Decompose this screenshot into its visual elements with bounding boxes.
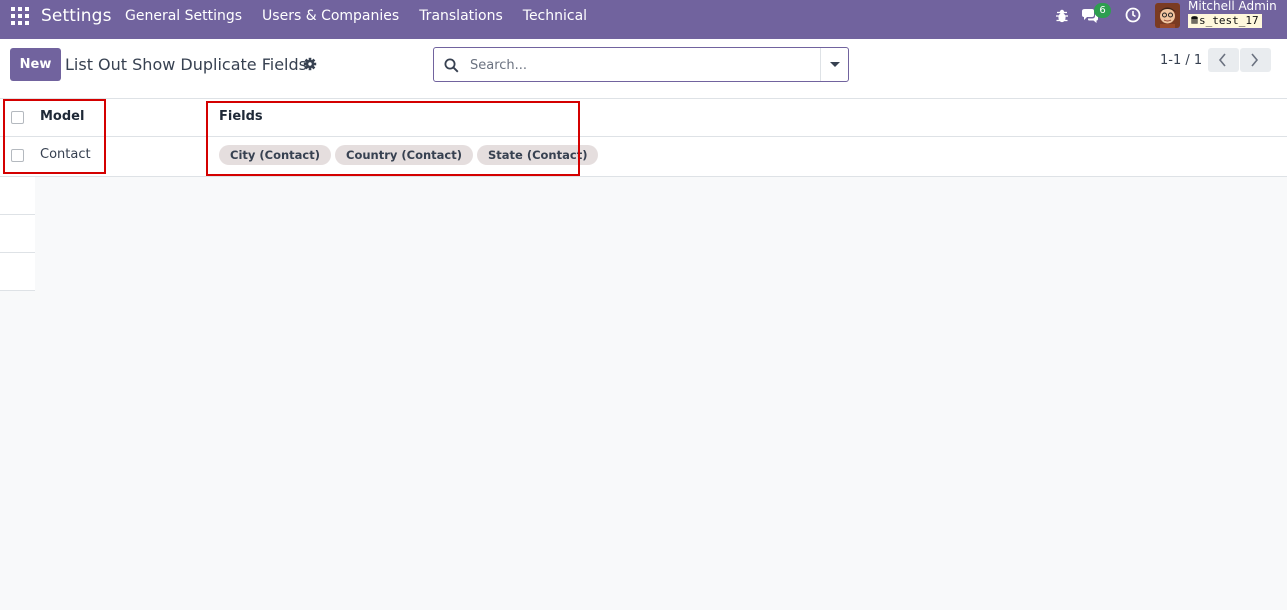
field-tag: Country (Contact): [335, 145, 473, 165]
field-tag: State (Contact): [477, 145, 599, 165]
cell-fields: City (Contact) Country (Contact) State (…: [219, 145, 599, 165]
bug-icon[interactable]: [1055, 8, 1069, 24]
user-avatar[interactable]: [1155, 3, 1180, 28]
app-brand[interactable]: Settings: [41, 6, 112, 26]
user-name[interactable]: Mitchell Admin: [1188, 0, 1277, 13]
search-icon: [444, 58, 459, 73]
list-header: Model Fields: [0, 99, 1287, 137]
menu-general-settings[interactable]: General Settings: [115, 8, 252, 25]
clock-icon[interactable]: [1125, 7, 1141, 23]
column-header-fields[interactable]: Fields: [219, 109, 263, 124]
search-input[interactable]: [470, 53, 815, 77]
menu-users-companies[interactable]: Users & Companies: [252, 8, 409, 25]
main-menu: General Settings Users & Companies Trans…: [115, 8, 597, 25]
apps-grid-icon[interactable]: [11, 7, 29, 25]
row-checkbox[interactable]: [11, 149, 24, 162]
empty-row: [0, 177, 35, 215]
database-name: s_test_17: [1188, 14, 1262, 28]
empty-row: [0, 253, 35, 291]
chevron-left-icon: [1218, 53, 1226, 67]
control-panel: New List Out Show Duplicate Fields 1-1 /…: [0, 39, 1287, 99]
gear-icon[interactable]: [303, 57, 317, 71]
empty-row: [0, 215, 35, 253]
chevron-right-icon: [1251, 53, 1259, 67]
page-title: List Out Show Duplicate Fields: [65, 55, 307, 74]
menu-translations[interactable]: Translations: [409, 8, 513, 25]
new-button[interactable]: New: [10, 48, 61, 81]
pager-next-button[interactable]: [1240, 48, 1271, 72]
column-header-model[interactable]: Model: [40, 109, 84, 124]
table-row[interactable]: Contact City (Contact) Country (Contact)…: [0, 137, 1287, 177]
top-navbar: Settings General Settings Users & Compan…: [0, 0, 1287, 39]
pager-previous-button[interactable]: [1208, 48, 1239, 72]
search-options-toggle[interactable]: [820, 48, 848, 81]
menu-technical[interactable]: Technical: [513, 8, 597, 25]
field-tag: City (Contact): [219, 145, 331, 165]
database-icon: [1191, 16, 1198, 24]
search-box: [433, 47, 849, 82]
pager-value[interactable]: 1-1 / 1: [1160, 53, 1202, 68]
chat-counter-badge: 6: [1094, 3, 1111, 18]
select-all-checkbox[interactable]: [11, 111, 24, 124]
cell-model: Contact: [40, 147, 91, 162]
database-name-text: s_test_17: [1199, 14, 1259, 27]
